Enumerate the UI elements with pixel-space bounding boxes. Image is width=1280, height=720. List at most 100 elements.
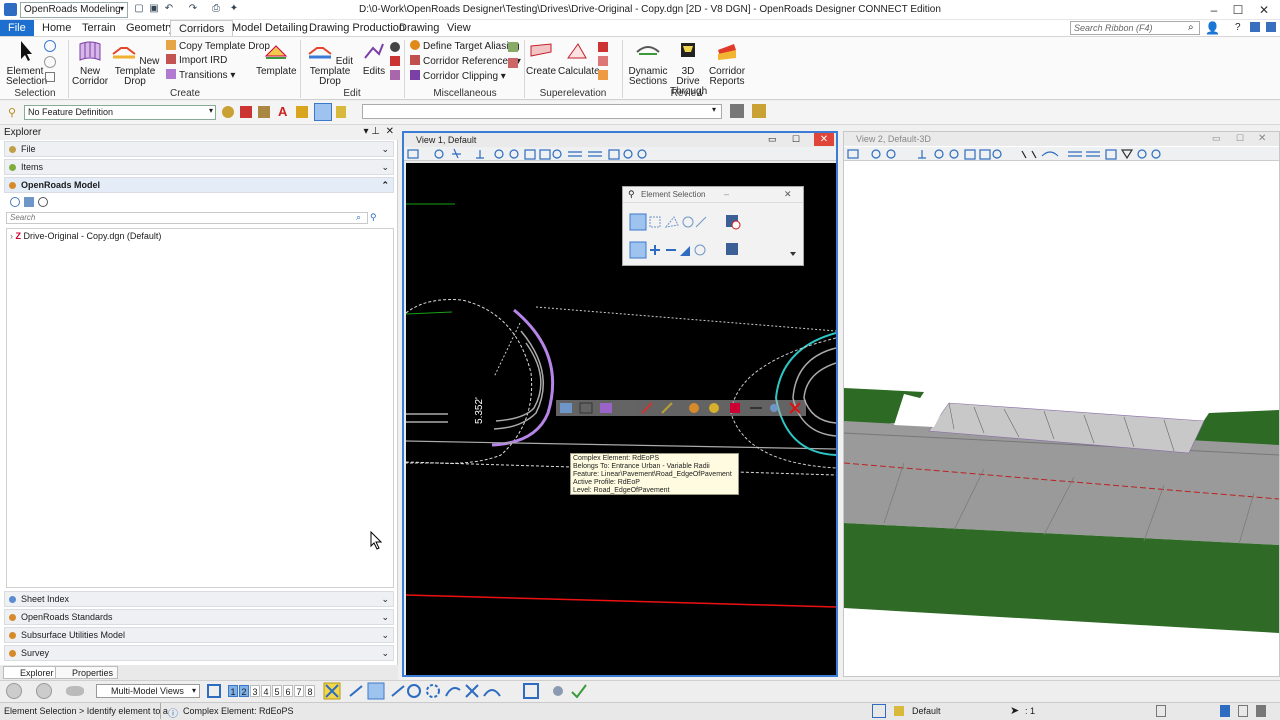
- print-icon[interactable]: ⎙: [210, 3, 222, 15]
- misc-tool-icon[interactable]: [508, 58, 518, 68]
- superelevation-calculate-button[interactable]: Calculate: [558, 40, 600, 77]
- user-icon[interactable]: 👤: [1205, 21, 1220, 35]
- snap-mode-icon[interactable]: [872, 704, 886, 718]
- view-toggle-4[interactable]: 4: [261, 685, 271, 697]
- feature-tool-icon[interactable]: [222, 106, 234, 118]
- model-status-icon[interactable]: [1220, 705, 1230, 717]
- view-2-minimize-icon[interactable]: ▭: [1212, 133, 1221, 144]
- close-icon[interactable]: ✕: [386, 126, 394, 137]
- dynamic-sections-button[interactable]: Dynamic Sections: [626, 40, 670, 87]
- tab-explorer[interactable]: Explorer: [3, 666, 59, 679]
- superelevation-tool-icon[interactable]: [598, 70, 608, 80]
- edit-tool-icon[interactable]: [390, 42, 400, 52]
- workspace-select[interactable]: OpenRoads Modeling ▾: [20, 2, 128, 18]
- status-tool-icon[interactable]: [1256, 705, 1266, 717]
- window-icon[interactable]: [1266, 22, 1276, 32]
- lock-icon[interactable]: [336, 106, 346, 118]
- home-view-icon[interactable]: [66, 686, 84, 696]
- copy-template-drop-button[interactable]: Copy Template Drop: [166, 40, 270, 54]
- lock-icon[interactable]: [894, 706, 904, 716]
- undo-icon[interactable]: ↶: [163, 3, 175, 15]
- section-items[interactable]: Items ⌄: [4, 159, 394, 175]
- tab-view[interactable]: View: [439, 20, 479, 36]
- select-box-icon[interactable]: [45, 72, 55, 82]
- grid-icon[interactable]: [1250, 22, 1260, 32]
- refresh-icon[interactable]: [10, 197, 20, 207]
- tab-properties[interactable]: Properties: [55, 666, 119, 679]
- superelevation-tool-icon[interactable]: [598, 42, 608, 52]
- status-tool-icon[interactable]: [1238, 705, 1248, 717]
- feature-tool-icon[interactable]: [258, 106, 270, 118]
- view-toggle-3[interactable]: 3: [250, 685, 260, 697]
- section-file[interactable]: File ⌄: [4, 141, 394, 157]
- redo-icon[interactable]: ↷: [187, 3, 199, 15]
- corridor-clipping-button[interactable]: Corridor Clipping ▾: [410, 70, 506, 84]
- corridor-reports-button[interactable]: Corridor Reports: [706, 40, 748, 87]
- view-1-tools[interactable]: [406, 148, 666, 161]
- context-toolbar-icons[interactable]: [558, 401, 808, 415]
- active-level[interactable]: Default: [912, 706, 941, 716]
- select-circle-icon[interactable]: [44, 40, 56, 52]
- explorer-search-input[interactable]: Search: [6, 212, 368, 224]
- minimize-icon[interactable]: –: [1206, 2, 1222, 18]
- select-circle-outline-icon[interactable]: [44, 56, 56, 68]
- superelevation-create-button[interactable]: Create: [526, 40, 556, 77]
- tab-file[interactable]: File: [0, 20, 34, 36]
- section-openroads-standards[interactable]: OpenRoads Standards ⌄: [4, 609, 394, 625]
- view-toggle-1[interactable]: 1: [228, 685, 238, 697]
- search-options-icon[interactable]: ⚲: [370, 212, 377, 223]
- new-file-icon[interactable]: ▢: [133, 3, 145, 15]
- search-icon[interactable]: ⌕: [356, 212, 361, 223]
- back-icon[interactable]: [6, 683, 22, 699]
- chevron-down-icon[interactable]: ▾: [712, 105, 716, 114]
- selection-modes[interactable]: [628, 212, 802, 260]
- tab-terrain[interactable]: Terrain: [74, 20, 124, 36]
- edit-tool-icon[interactable]: [390, 70, 400, 80]
- pin-icon[interactable]: ▾ ⊥: [363, 126, 380, 137]
- section-survey[interactable]: Survey ⌄: [4, 645, 394, 661]
- feature-tool-icon[interactable]: [296, 106, 308, 118]
- element-selection-button[interactable]: Element Selection: [6, 40, 47, 87]
- section-subsurface-utilities[interactable]: Subsurface Utilities Model ⌄: [4, 627, 394, 643]
- edit-tool-icon[interactable]: [390, 56, 400, 66]
- find-icon[interactable]: [38, 197, 48, 207]
- corridor-references-button[interactable]: Corridor References ▾: [410, 55, 521, 69]
- section-sheet-index[interactable]: Sheet Index ⌄: [4, 591, 394, 607]
- view-2-restore-icon[interactable]: ☐: [1236, 133, 1244, 144]
- help-icon[interactable]: ?: [1235, 22, 1241, 33]
- view-toggle-2[interactable]: 2: [239, 685, 249, 697]
- section-openroads-model[interactable]: OpenRoads Model ⌃: [4, 177, 394, 193]
- define-target-aliasing-button[interactable]: Define Target Aliasing: [410, 40, 520, 54]
- tab-home[interactable]: Home: [34, 20, 79, 36]
- view-toggle-8[interactable]: 8: [305, 685, 315, 697]
- superelevation-tool-icon[interactable]: [598, 56, 608, 66]
- view-1-close-icon[interactable]: ✕: [814, 133, 834, 146]
- view-1-minimize-icon[interactable]: ▭: [768, 134, 777, 145]
- view-2-tools[interactable]: [846, 148, 1166, 161]
- edit-template-drop-button[interactable]: Edit Template Drop: [302, 40, 358, 87]
- view-toggle-5[interactable]: 5: [272, 685, 282, 697]
- model-tool-icon[interactable]: [24, 197, 34, 207]
- text-icon[interactable]: A: [278, 104, 287, 119]
- toolbar-tool-icon[interactable]: [730, 104, 744, 118]
- 3d-view-canvas[interactable]: [844, 163, 1279, 675]
- new-template-drop-button[interactable]: New Template Drop: [108, 40, 162, 87]
- template-button[interactable]: Template: [256, 40, 297, 77]
- key-icon[interactable]: ⚲: [8, 106, 20, 119]
- new-corridor-button[interactable]: New Corridor: [72, 40, 108, 87]
- save-icon[interactable]: ▣: [148, 3, 160, 15]
- settings-icon[interactable]: ✦: [228, 3, 240, 15]
- view-1-restore-icon[interactable]: ☐: [792, 134, 800, 145]
- close-icon[interactable]: ✕: [1256, 2, 1272, 18]
- search-icon[interactable]: ⌕: [1188, 22, 1194, 33]
- misc-tool-icon[interactable]: [508, 42, 518, 52]
- maximize-icon[interactable]: ☐: [1230, 2, 1246, 18]
- view-2-close-icon[interactable]: ✕: [1258, 133, 1266, 144]
- command-input[interactable]: [362, 104, 722, 119]
- forward-icon[interactable]: [36, 683, 52, 699]
- search-ribbon-input[interactable]: Search Ribbon (F4): [1070, 21, 1200, 35]
- close-icon[interactable]: ✕: [784, 189, 792, 200]
- feature-definition-select[interactable]: No Feature Definition ▾: [24, 105, 216, 120]
- feature-tool-icon[interactable]: [240, 106, 252, 118]
- toggle-tool-icon[interactable]: [314, 103, 332, 121]
